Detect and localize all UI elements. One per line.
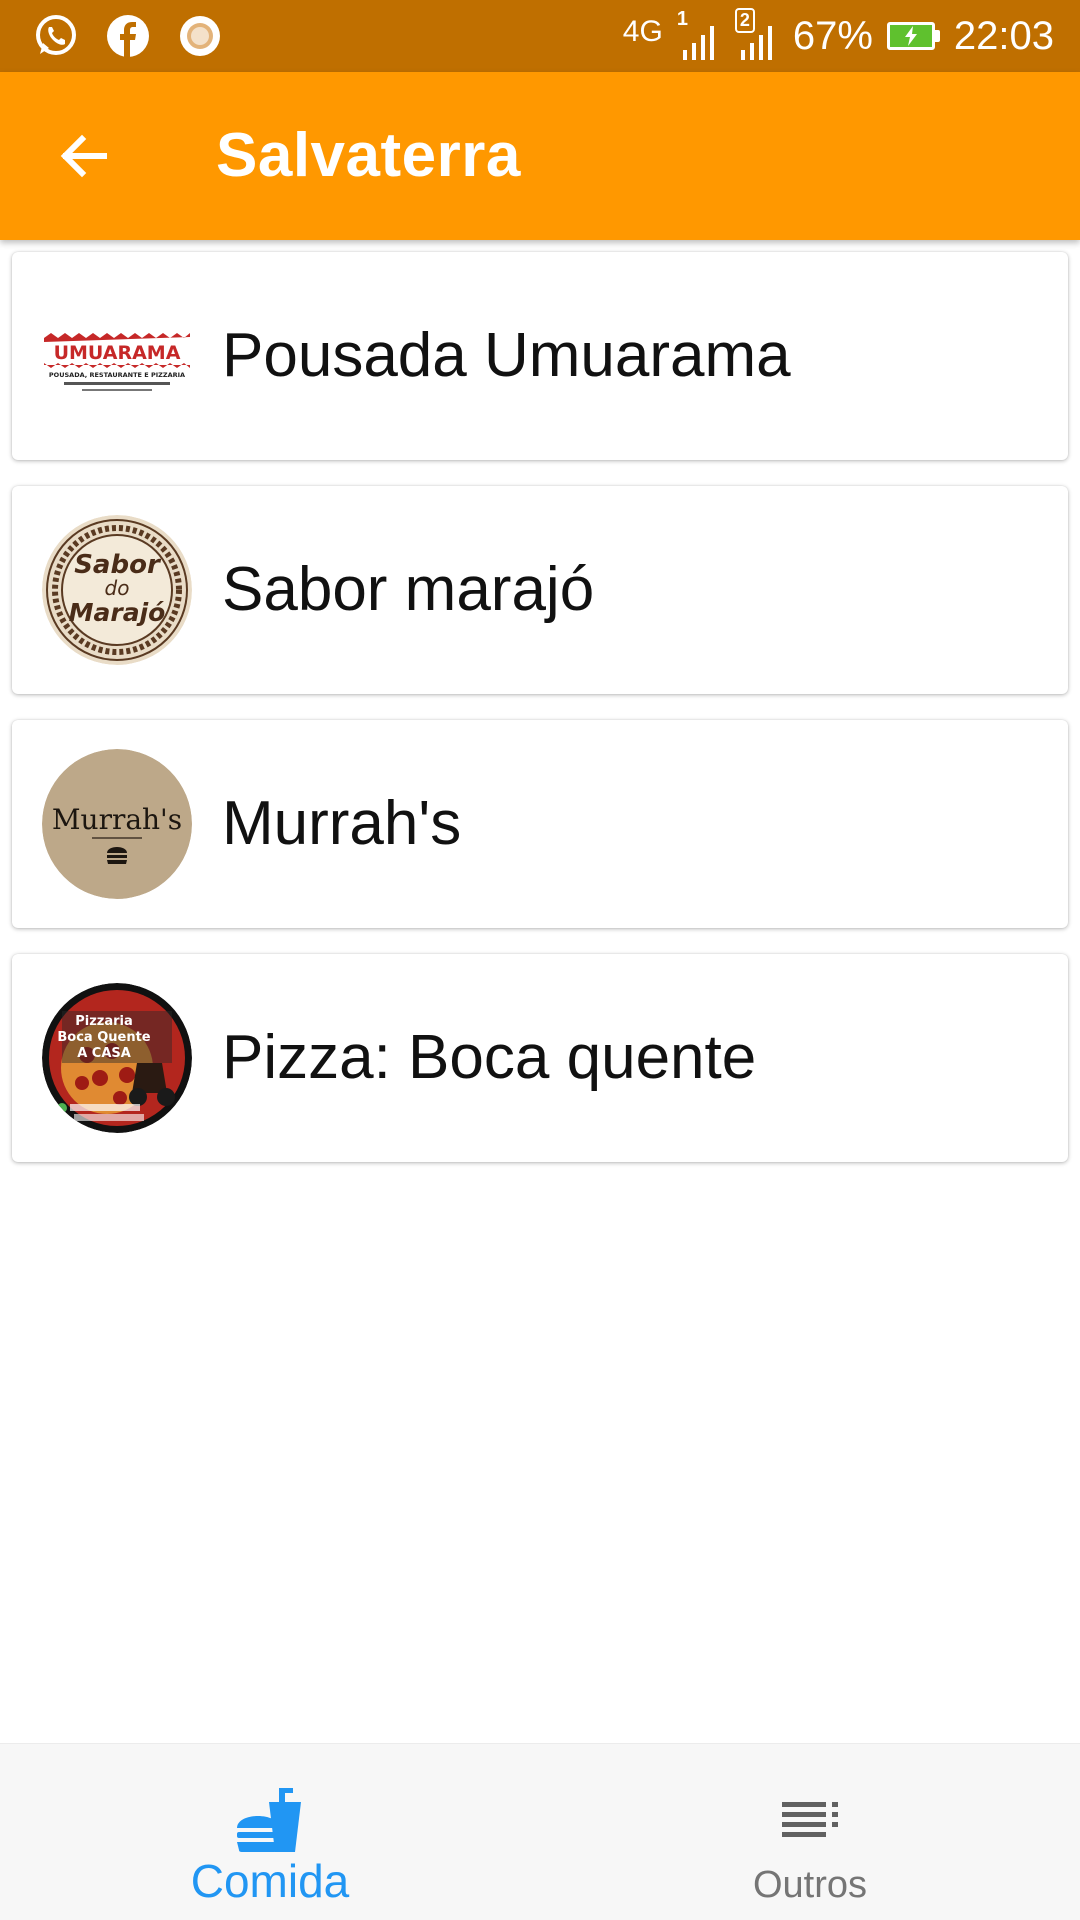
- restaurant-logo: Pizzaria Boca Quente A CASA: [42, 983, 192, 1133]
- nav-label-comida: Comida: [190, 1855, 350, 1907]
- arrow-back-icon: [60, 134, 107, 178]
- clock: 22:03: [953, 13, 1054, 58]
- svg-text:POUSADA, RESTAURANTE E PIZZARI: POUSADA, RESTAURANTE E PIZZARIA: [49, 371, 185, 379]
- sim1-signal-icon: 1: [677, 8, 721, 60]
- battery-icon: [886, 22, 940, 50]
- restaurant-list: UMUARAMA POUSADA, RESTAURANTE E PIZZARIA…: [12, 252, 1068, 1188]
- battery-percent: 67%: [792, 13, 873, 58]
- list-item-sabor-marajo[interactable]: Sabor do Marajó Sabor marajó: [12, 486, 1068, 694]
- umuarama-logo-wordmark: UMUARAMA: [54, 342, 181, 364]
- nav-tab-outros[interactable]: Outros: [540, 1744, 1080, 1920]
- status-right-indicators: 4G 1 2 67% 22:03: [623, 8, 1054, 64]
- list-item-pousada-umuarama[interactable]: UMUARAMA POUSADA, RESTAURANTE E PIZZARIA…: [12, 252, 1068, 460]
- page-title: Salvaterra: [216, 121, 521, 190]
- list-icon: [540, 1802, 1080, 1838]
- svg-text:Murrah's: Murrah's: [52, 803, 182, 836]
- restaurant-logo: Sabor do Marajó: [42, 515, 192, 665]
- svg-text:Marajó: Marajó: [69, 598, 166, 627]
- notification-dot-icon: [174, 10, 226, 62]
- app-bar: Salvaterra: [0, 72, 1080, 240]
- bottom-navigation: Comida Outros: [0, 1743, 1080, 1920]
- restaurant-name: Sabor marajó: [222, 555, 595, 624]
- restaurant-name: Pizza: Boca quente: [222, 1023, 757, 1092]
- restaurant-name: Pousada Umuarama: [222, 321, 791, 390]
- restaurant-logo: Murrah's: [42, 749, 192, 899]
- network-type-label: 4G: [622, 15, 663, 48]
- svg-text:A CASA: A CASA: [77, 1046, 131, 1061]
- svg-text:Pizzaria: Pizzaria: [75, 1014, 133, 1029]
- fastfood-icon: [0, 1788, 540, 1854]
- nav-label-outros: Outros: [752, 1864, 868, 1906]
- list-item-murrahs[interactable]: Murrah's Murrah's: [12, 720, 1068, 928]
- restaurant-logo: UMUARAMA POUSADA, RESTAURANTE E PIZZARIA: [42, 281, 192, 431]
- facebook-icon: [102, 10, 154, 62]
- app-screen: 4G 1 2 67% 22:03 Salvaterra UMUARAMA POU…: [0, 0, 1080, 1920]
- list-item-boca-quente[interactable]: Pizzaria Boca Quente A CASA Pizza: Boca …: [12, 954, 1068, 1162]
- status-bar: 4G 1 2 67% 22:03: [0, 0, 1080, 72]
- restaurant-name: Murrah's: [222, 789, 462, 858]
- nav-tab-comida[interactable]: Comida: [0, 1744, 540, 1920]
- svg-text:Boca Quente: Boca Quente: [57, 1030, 150, 1045]
- svg-text:do: do: [105, 576, 130, 600]
- sim2-signal-icon: 2: [734, 8, 779, 60]
- whatsapp-icon: [30, 10, 82, 62]
- status-left-icons: [30, 10, 226, 62]
- back-button[interactable]: [44, 116, 124, 196]
